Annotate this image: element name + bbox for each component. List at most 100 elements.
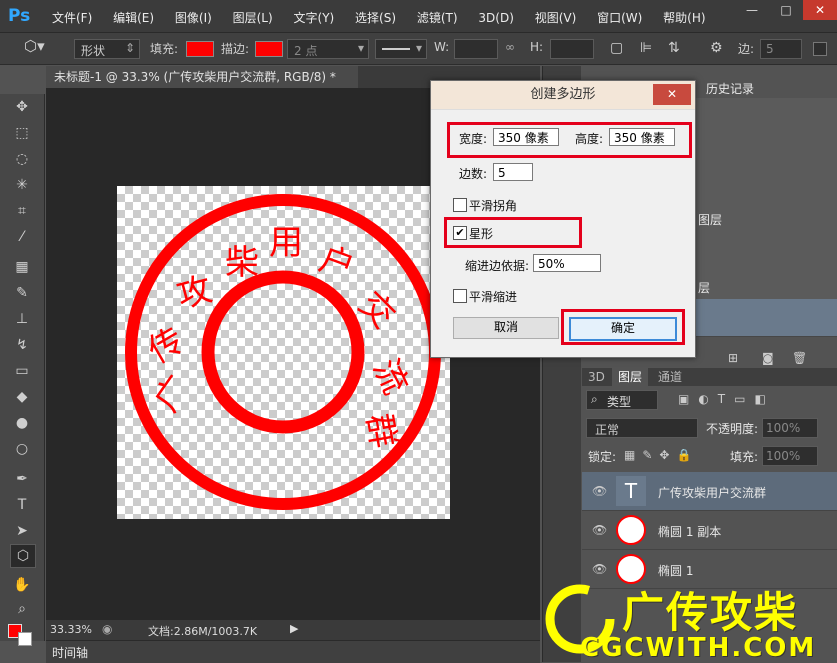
close-window-button[interactable]: ✕ [803, 0, 837, 20]
layer-name[interactable]: 广传攻柴用户交流群 [658, 484, 766, 501]
blend-mode-select[interactable]: 正常 [586, 418, 698, 438]
brush-tool-icon[interactable]: ✎ [10, 282, 34, 304]
menu-layer[interactable]: 图层(L) [233, 11, 273, 25]
svg-text:流: 流 [365, 353, 416, 401]
menu-image[interactable]: 图像(I) [175, 11, 212, 25]
maximize-button[interactable]: □ [769, 0, 803, 20]
layer-filter-icons[interactable]: ▣◐T▭◧ [678, 392, 775, 406]
history-row[interactable]: 图层 [694, 209, 837, 247]
tab-channels[interactable]: 通道 [652, 368, 688, 386]
indent-input[interactable]: 50% [533, 254, 601, 272]
menu-view[interactable]: 视图(V) [535, 11, 577, 25]
align-edges-checkbox[interactable] [813, 42, 827, 56]
stamp-text: 广 传 攻 柴 用 户 交 流 群 [142, 223, 416, 451]
opacity-input[interactable]: 100% [762, 418, 818, 438]
menu-edit[interactable]: 编辑(E) [113, 11, 154, 25]
shape-mode-label: 形状 [81, 44, 106, 58]
menu-select[interactable]: 选择(S) [355, 11, 396, 25]
shape-width-input[interactable] [454, 39, 498, 59]
history-row[interactable] [694, 246, 837, 284]
stroke-width-value: 2 点 [294, 44, 318, 58]
fill-color-swatch[interactable] [186, 41, 214, 57]
type-tool-icon[interactable]: T [10, 494, 34, 516]
lock-icons[interactable]: ▦✎✥🔒 [624, 448, 698, 462]
gear-icon[interactable]: ⚙ [710, 40, 723, 56]
dialog-close-button[interactable]: ✕ [653, 84, 691, 105]
status-info-icon[interactable]: ◉ [102, 622, 112, 636]
path-selection-tool-icon[interactable]: ➤ [10, 520, 34, 542]
path-alignment-icon[interactable]: ⊫ [640, 40, 652, 56]
new-snapshot-icon[interactable]: ⊞ [728, 351, 738, 365]
layer-filter-select[interactable]: ⌕ 类型 [586, 390, 658, 410]
history-brush-tool-icon[interactable]: ↯ [10, 334, 34, 356]
indent-label: 缩进边依据: [465, 259, 530, 273]
eye-icon[interactable]: 👁 [592, 484, 607, 498]
healing-brush-tool-icon[interactable]: ▦ [10, 256, 34, 278]
search-icon: ⌕ [591, 392, 598, 406]
history-row[interactable] [694, 98, 837, 136]
polygon-tool-icon[interactable]: ⬡▾ [24, 37, 45, 55]
clone-stamp-tool-icon[interactable]: ⊥ [10, 308, 34, 330]
eye-icon[interactable]: 👁 [592, 562, 607, 576]
sides-input[interactable]: 5 [493, 163, 533, 181]
stroke-color-swatch[interactable] [255, 41, 283, 57]
menu-window[interactable]: 窗口(W) [597, 11, 642, 25]
magic-wand-tool-icon[interactable]: ✳ [10, 174, 34, 196]
shape-height-input[interactable] [550, 39, 594, 59]
cancel-button[interactable]: 取消 [453, 317, 559, 339]
smooth-corners-checkbox[interactable] [453, 198, 467, 212]
opacity-value: 100% [766, 421, 801, 435]
menu-3d[interactable]: 3D(D) [478, 11, 513, 25]
zoom-tool-icon[interactable]: ⌕ [10, 598, 34, 620]
zoom-level[interactable]: 33.33% [50, 623, 92, 636]
dodge-tool-icon[interactable]: ○ [10, 438, 34, 460]
pen-tool-icon[interactable]: ✒ [10, 468, 34, 490]
eraser-tool-icon[interactable]: ▭ [10, 360, 34, 382]
marquee-tool-icon[interactable]: ⬚ [10, 122, 34, 144]
menu-file[interactable]: 文件(F) [52, 11, 92, 25]
svg-text:柴: 柴 [225, 243, 259, 283]
layer-name[interactable]: 椭圆 1 副本 [658, 523, 721, 540]
tab-layers[interactable]: 图层 [612, 368, 649, 386]
crop-tool-icon[interactable]: ⌗ [10, 200, 34, 222]
layer-row-text[interactable]: 👁 T 广传攻柴用户交流群 [582, 472, 837, 511]
play-icon[interactable]: ▶ [290, 622, 298, 635]
tools-panel: ✥ ⬚ ◌ ✳ ⌗ ⁄ ▦ ✎ ⊥ ↯ ▭ ◆ ● ○ ✒ T ➤ ⬡ ✋ ⌕ [0, 94, 45, 646]
layer-fill-input[interactable]: 100% [762, 446, 818, 466]
document-tab[interactable]: 未标题-1 @ 33.3% (广传攻柴用户交流群, RGB/8) * [46, 66, 358, 88]
hand-tool-icon[interactable]: ✋ [10, 574, 34, 596]
camera-icon[interactable]: ◙ [762, 351, 774, 365]
lasso-tool-icon[interactable]: ◌ [10, 148, 34, 170]
trash-icon[interactable]: 🗑 [792, 351, 807, 365]
shape-mode-select[interactable]: 形状 ⇕ [74, 39, 140, 59]
layer-filter-label: 类型 [607, 395, 632, 409]
tab-3d[interactable]: 3D [582, 368, 611, 386]
history-tab[interactable]: 历史记录 [700, 80, 764, 98]
background-color-swatch[interactable] [18, 632, 32, 646]
timeline-label[interactable]: 时间轴 [52, 644, 88, 661]
watermark-title: 广传攻柴 [622, 588, 799, 637]
sides-value: 5 [766, 42, 774, 56]
polygon-tool-icon[interactable]: ⬡ [10, 544, 36, 568]
layer-row-ellipse-copy[interactable]: 👁 椭圆 1 副本 [582, 511, 837, 550]
eye-icon[interactable]: 👁 [592, 523, 607, 537]
minimize-button[interactable]: — [735, 0, 769, 20]
stroke-style-select[interactable]: ▾ [375, 39, 427, 59]
sides-input[interactable]: 5 [760, 39, 802, 59]
menu-filter[interactable]: 滤镜(T) [417, 11, 458, 25]
history-row[interactable] [694, 135, 837, 173]
path-operations-icon[interactable]: ▢ [610, 40, 623, 56]
svg-text:传: 传 [142, 320, 191, 372]
path-arrangement-icon[interactable]: ⇅ [668, 40, 680, 56]
history-row-selected[interactable] [694, 299, 837, 337]
move-tool-icon[interactable]: ✥ [10, 96, 34, 118]
paint-bucket-tool-icon[interactable]: ◆ [10, 386, 34, 408]
history-row[interactable] [694, 172, 837, 210]
smooth-indents-checkbox[interactable] [453, 289, 467, 303]
eyedropper-tool-icon[interactable]: ⁄ [10, 226, 34, 248]
menu-type[interactable]: 文字(Y) [294, 11, 335, 25]
menu-help[interactable]: 帮助(H) [663, 11, 705, 25]
link-icon[interactable]: ∞ [505, 40, 515, 54]
blur-tool-icon[interactable]: ● [10, 412, 34, 434]
stroke-width-select[interactable]: 2 点 ▾ [287, 39, 369, 59]
